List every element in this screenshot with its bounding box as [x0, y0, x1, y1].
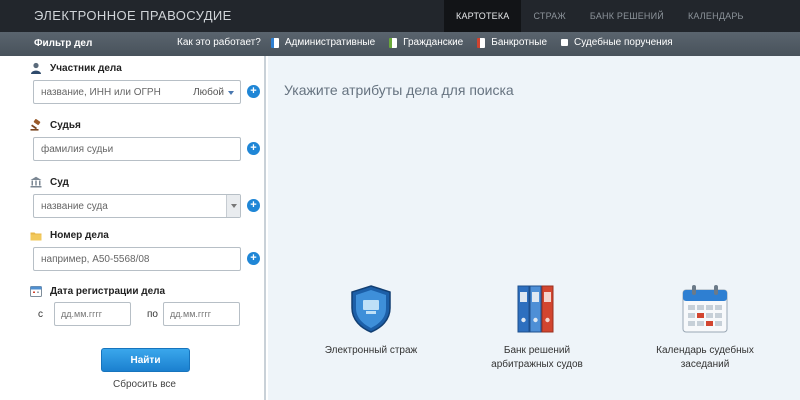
nav-strazh[interactable]: СТРАЖ	[521, 0, 577, 32]
nav-kalendar[interactable]: КАЛЕНДАРЬ	[676, 0, 756, 32]
date-to-input[interactable]: дд.мм.гггг	[163, 302, 240, 326]
filter-civil[interactable]: Гражданские	[389, 37, 463, 48]
date-from-input[interactable]: дд.мм.гггг	[54, 302, 131, 326]
promo-electronic-guard-line1: Электронный страж	[324, 345, 418, 356]
folder-icon	[30, 232, 42, 241]
participant-input[interactable]: название, ИНН или ОГРН Любой	[33, 80, 241, 104]
how-it-works-link[interactable]: Как это работает?	[177, 37, 261, 48]
add-participant-button[interactable]: +	[247, 85, 260, 98]
date-to-placeholder: дд.мм.гггг	[170, 309, 212, 319]
chevron-down-icon	[228, 91, 234, 95]
court-label: Суд	[50, 177, 69, 188]
top-nav: КАРТОТЕКА СТРАЖ БАНК РЕШЕНИЙ КАЛЕНДАРЬ	[444, 0, 756, 32]
promo-hearings-calendar-line1: Календарь судебных	[656, 345, 754, 356]
reset-all-link[interactable]: Сбросить все	[113, 379, 176, 390]
search-hint: Укажите атрибуты дела для поиска	[284, 82, 514, 98]
person-icon	[31, 62, 41, 74]
promo-hearings-calendar[interactable]: Календарь судебных заседаний	[630, 282, 780, 372]
case-number-placeholder: например, А50-5568/08	[41, 254, 150, 265]
filter-bankruptcy-label: Банкротные	[491, 37, 548, 48]
courthouse-icon	[30, 176, 42, 188]
date-from-label: с	[38, 309, 43, 320]
filter-administrative-label: Административные	[284, 37, 376, 48]
participant-label: Участник дела	[50, 63, 122, 74]
court-order-icon	[561, 39, 569, 46]
participant-placeholder: название, ИНН или ОГРН	[41, 87, 161, 98]
add-judge-button[interactable]: +	[247, 142, 260, 155]
case-number-input[interactable]: например, А50-5568/08	[33, 247, 241, 271]
filter-title: Фильтр дел	[34, 38, 93, 49]
add-case-number-button[interactable]: +	[247, 252, 260, 265]
judge-label: Судья	[50, 120, 81, 131]
filter-bankruptcy[interactable]: Банкротные	[477, 37, 547, 48]
search-sidebar: Участник дела название, ИНН или ОГРН Люб…	[0, 56, 266, 400]
calendar-small-icon	[30, 286, 42, 297]
gavel-icon	[30, 119, 41, 131]
calendar-icon	[680, 282, 730, 336]
filter-court-orders[interactable]: Судебные поручения	[561, 37, 673, 48]
court-dropdown-button[interactable]	[226, 195, 240, 217]
binders-icon	[512, 282, 562, 336]
top-bar: ЭЛЕКТРОННОЕ ПРАВОСУДИЕ КАРТОТЕКА СТРАЖ Б…	[0, 0, 800, 32]
filter-court-orders-label: Судебные поручения	[574, 37, 673, 48]
participant-mode-select[interactable]: Любой	[193, 87, 224, 98]
filter-administrative[interactable]: Административные	[270, 37, 376, 48]
civil-case-icon	[389, 37, 398, 48]
case-number-label: Номер дела	[50, 230, 109, 241]
date-to-label: по	[147, 309, 158, 320]
judge-input[interactable]: фамилия судьи	[33, 137, 241, 161]
find-button[interactable]: Найти	[101, 348, 190, 372]
nav-kartoteka[interactable]: КАРТОТЕКА	[444, 0, 522, 32]
shield-icon	[346, 282, 396, 336]
promo-hearings-calendar-line2: заседаний	[680, 359, 730, 370]
case-type-filters: Как это работает? Административные Гражд…	[177, 37, 687, 48]
filter-civil-label: Гражданские	[403, 37, 464, 48]
promo-decisions-bank[interactable]: Банк решений арбитражных судов	[462, 282, 612, 372]
results-area: Укажите атрибуты дела для поиска Электро…	[268, 56, 800, 400]
registration-date-label: Дата регистрации дела	[50, 286, 166, 297]
admin-case-icon	[270, 37, 279, 48]
brand-title[interactable]: ЭЛЕКТРОННОЕ ПРАВОСУДИЕ	[34, 8, 232, 23]
nav-bank-resheniy[interactable]: БАНК РЕШЕНИЙ	[578, 0, 676, 32]
promo-decisions-bank-line1: Банк решений	[503, 345, 571, 356]
date-range-row: с дд.мм.гггг по дд.мм.гггг	[0, 302, 266, 328]
date-from-placeholder: дд.мм.гггг	[61, 309, 103, 319]
court-placeholder: название суда	[41, 201, 108, 212]
promo-decisions-bank-line2: арбитражных судов	[491, 359, 583, 370]
promo-electronic-guard[interactable]: Электронный страж	[296, 282, 446, 358]
judge-placeholder: фамилия судьи	[41, 144, 114, 155]
add-court-button[interactable]: +	[247, 199, 260, 212]
court-select[interactable]: название суда	[33, 194, 241, 218]
filter-bar: Фильтр дел Как это работает? Администрат…	[0, 32, 800, 56]
bankruptcy-case-icon	[477, 37, 486, 48]
